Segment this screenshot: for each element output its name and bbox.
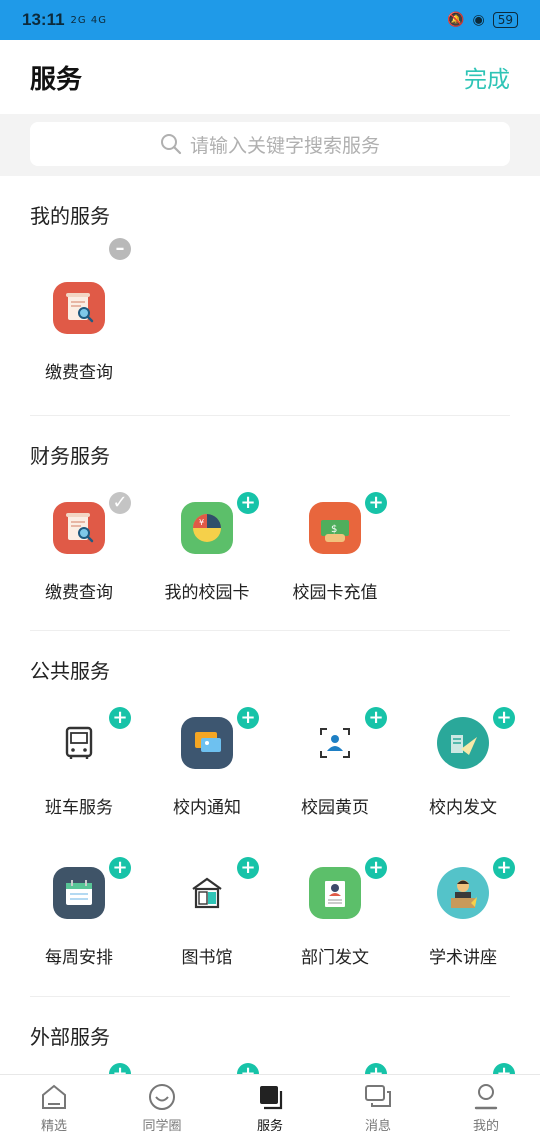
tab-label: 服务 [256, 1119, 283, 1134]
service-item-notice[interactable]: 校内通知 + [143, 707, 271, 818]
service-item-campus-card[interactable]: ¥ 我的校园卡 + [143, 492, 271, 603]
search-input[interactable]: 请输入关键字搜索服务 [30, 122, 510, 166]
page-title: 服务 [30, 64, 83, 95]
add-icon[interactable]: + [365, 857, 387, 879]
service-label: 班车服务 [45, 798, 113, 818]
service-item-library[interactable]: 图书馆 + [143, 857, 271, 968]
service-item-fee-query[interactable]: 缴费查询 – [15, 238, 143, 383]
page-header: 服务 完成 [0, 40, 540, 114]
lecture-icon [437, 867, 489, 919]
tab-label: 同学圈 [142, 1119, 182, 1134]
section-title: 财务服务 [30, 444, 110, 468]
svg-text:¥: ¥ [199, 518, 204, 527]
fee-query-icon [53, 502, 105, 554]
service-label: 校内发文 [429, 798, 497, 818]
service-item-lecture[interactable]: 学术讲座 + [399, 857, 527, 968]
add-icon[interactable]: + [109, 1063, 131, 1074]
add-icon[interactable]: + [365, 492, 387, 514]
section-title: 公共服务 [30, 659, 110, 683]
status-bar: 13:11 2G 4G 🔕 ◉ 59 [0, 0, 540, 40]
add-icon[interactable]: + [109, 707, 131, 729]
home-icon [42, 1084, 66, 1109]
service-label: 校园卡充值 [292, 583, 378, 603]
service-label: 校内通知 [173, 798, 241, 818]
calendar-icon [53, 867, 105, 919]
service-item-fee-query[interactable]: 缴费查询 ✓ [15, 492, 143, 603]
service-item-bus[interactable]: 班车服务 + [15, 707, 143, 818]
service-item-department-doc[interactable]: 部门发文 + [271, 857, 399, 968]
service-item-card-recharge[interactable]: $ 校园卡充值 + [271, 492, 399, 603]
contacts-icon [309, 717, 361, 769]
section-public-services: 公共服务 班车服务 + 校内通知 + 校园黄页 + 校内发文 + 每周安排 + … [0, 631, 540, 997]
add-icon[interactable]: + [109, 857, 131, 879]
department-doc-icon [309, 867, 361, 919]
bus-icon [53, 717, 105, 769]
section-title: 外部服务 [30, 1025, 110, 1049]
tab-featured[interactable]: 精选 [0, 1075, 108, 1140]
bottom-tab-bar: 精选 同学圈 服务 消息 我的 [0, 1074, 540, 1140]
smile-icon [149, 1084, 175, 1110]
check-icon: ✓ [109, 492, 131, 514]
remove-icon[interactable]: – [109, 238, 131, 260]
service-item-weekly[interactable]: 每周安排 + [15, 857, 143, 968]
add-icon[interactable]: + [237, 707, 259, 729]
section-title: 我的服务 [30, 204, 110, 228]
service-label: 我的校园卡 [164, 583, 250, 603]
message-icon [365, 1085, 391, 1107]
card-recharge-icon: $ [309, 502, 361, 554]
service-label: 图书馆 [181, 948, 233, 968]
status-time: 13:11 [22, 10, 65, 29]
service-icon [260, 1086, 283, 1110]
service-label: 学术讲座 [429, 948, 497, 968]
add-icon[interactable]: + [365, 1063, 387, 1074]
campus-card-icon: ¥ [181, 502, 233, 554]
profile-icon [474, 1084, 498, 1110]
service-item-document[interactable]: 校内发文 + [399, 707, 527, 818]
bell-mute-icon: 🔕 [447, 12, 465, 28]
tab-label: 消息 [364, 1119, 391, 1134]
service-label: 每周安排 [45, 948, 113, 968]
service-label: 缴费查询 [45, 363, 113, 383]
add-icon[interactable]: + [365, 707, 387, 729]
tab-classmates[interactable]: 同学圈 [108, 1075, 216, 1140]
add-icon[interactable]: + [237, 857, 259, 879]
notice-icon [181, 717, 233, 769]
location-icon: ◉ [472, 12, 485, 28]
done-button[interactable]: 完成 [464, 60, 510, 94]
tab-services[interactable]: 服务 [216, 1075, 324, 1140]
network-indicator: 2G 4G [70, 14, 107, 26]
service-item-contacts[interactable]: 校园黄页 + [271, 707, 399, 818]
add-icon[interactable]: + [493, 1063, 515, 1074]
service-label: 部门发文 [301, 948, 369, 968]
tab-label: 我的 [472, 1119, 499, 1134]
service-label: 校园黄页 [301, 798, 369, 818]
section-external-services: 外部服务 + + + + [0, 997, 540, 1074]
add-icon[interactable]: + [493, 707, 515, 729]
battery-icon: 59 [492, 12, 518, 28]
search-area: 请输入关键字搜索服务 [0, 114, 540, 176]
search-placeholder: 请输入关键字搜索服务 [189, 134, 380, 157]
service-label: 缴费查询 [45, 583, 113, 603]
search-icon [160, 134, 182, 155]
tab-messages[interactable]: 消息 [324, 1075, 432, 1140]
library-icon [181, 867, 233, 919]
section-my-services: 我的服务 缴费查询 – [0, 176, 540, 416]
fee-query-icon [53, 282, 105, 334]
add-icon[interactable]: + [237, 492, 259, 514]
tab-label: 精选 [40, 1119, 67, 1134]
tab-profile[interactable]: 我的 [432, 1075, 540, 1140]
section-finance-services: 财务服务 缴费查询 ✓ ¥ 我的校园卡 + $ 校园卡充值 + [0, 416, 540, 631]
add-icon[interactable]: + [493, 857, 515, 879]
document-plane-icon [437, 717, 489, 769]
svg-text:$: $ [331, 524, 337, 535]
add-icon[interactable]: + [237, 1063, 259, 1074]
status-icons: 🔕 ◉ 59 [447, 12, 518, 28]
